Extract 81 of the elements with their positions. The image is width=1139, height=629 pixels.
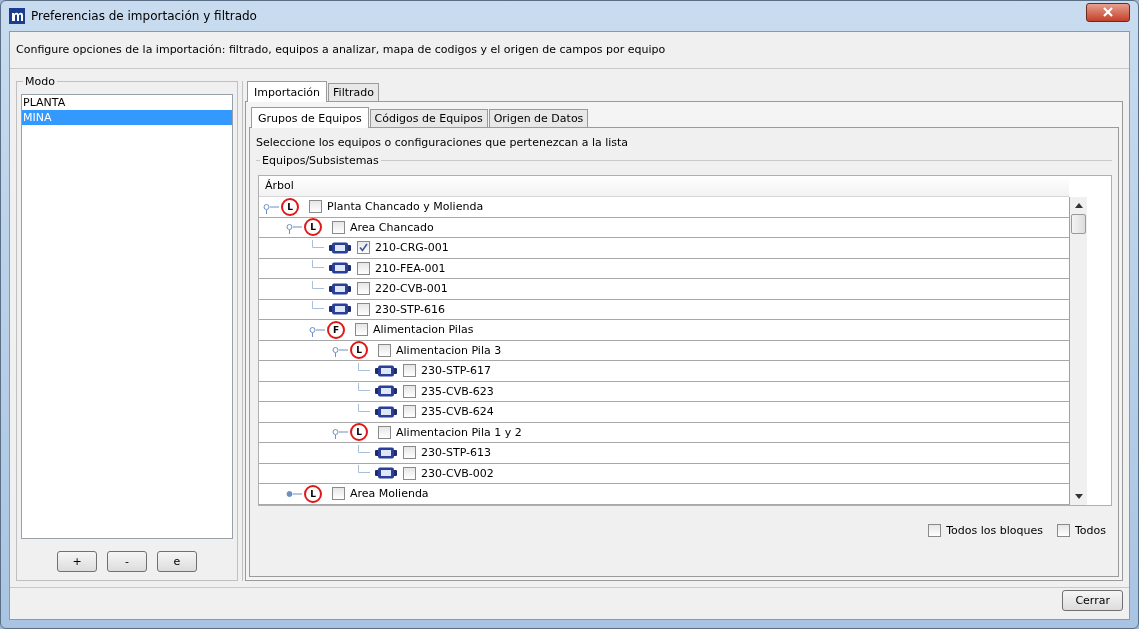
group-label: Equipos/Subsistemas <box>260 154 381 167</box>
equipment-icon <box>375 467 397 480</box>
window-title: Preferencias de importación y filtrado <box>31 9 257 23</box>
tree-node-label[interactable]: Planta Chancado y Molienda <box>327 200 484 214</box>
tree-node-label[interactable]: Alimentacion Pilas <box>373 323 474 337</box>
tree-connector-line <box>312 239 324 248</box>
tree-node-label[interactable]: 210-CRG-001 <box>375 241 449 255</box>
tree-node-label[interactable]: 230-STP-617 <box>421 364 492 378</box>
tree-node-label[interactable]: 220-CVB-001 <box>375 282 448 296</box>
checkbox[interactable] <box>378 343 391 357</box>
tab[interactable]: Grupos de Equipos <box>251 107 369 128</box>
checkbox[interactable] <box>403 384 416 398</box>
tab[interactable]: Filtrado <box>328 83 379 101</box>
equipment-icon <box>329 303 351 316</box>
checkbox[interactable] <box>332 487 345 501</box>
mode-button[interactable]: e <box>157 551 197 572</box>
equipment-icon <box>375 385 397 398</box>
tree-connector-line <box>312 260 324 269</box>
tab[interactable]: Códigos de Equipos <box>369 109 488 127</box>
tree-node-label[interactable]: Alimentacion Pila 3 <box>396 343 502 357</box>
tree-node-label[interactable]: 235-CVB-624 <box>421 405 494 419</box>
node-type-badge: L <box>350 423 368 442</box>
node-type-badge: L <box>350 341 368 360</box>
tree-node-label[interactable]: 210-FEA-001 <box>375 261 446 275</box>
checkbox[interactable] <box>403 466 416 480</box>
tree-node-label[interactable]: 230-STP-616 <box>375 302 446 316</box>
equipment-icon <box>375 446 397 459</box>
checkbox[interactable] <box>309 200 322 214</box>
scroll-thumb[interactable] <box>1071 214 1086 234</box>
checkbox[interactable] <box>378 425 391 439</box>
checkbox[interactable] <box>357 241 370 255</box>
tree-connector-line <box>358 362 370 371</box>
checkbox[interactable] <box>332 220 345 234</box>
tree-connector-line <box>312 280 324 289</box>
tab[interactable]: Importación <box>247 81 328 102</box>
description-text: Configure opciones de la importación: filtrado, equipos a analizar, mapa de codigos y el origen de campos por equipo <box>10 32 1129 69</box>
mode-button[interactable]: + <box>57 551 97 572</box>
equipment-icon <box>329 241 351 254</box>
checkbox[interactable] <box>403 364 416 378</box>
checkbox[interactable] <box>357 282 370 296</box>
close-icon <box>1102 7 1114 17</box>
checkbox[interactable] <box>355 323 368 337</box>
checkbox[interactable] <box>928 523 942 537</box>
option-label[interactable]: Todos <box>1074 523 1106 537</box>
tree-connector-line <box>358 444 370 453</box>
equipment-icon <box>375 364 397 377</box>
checkbox[interactable] <box>403 446 416 460</box>
tree-connector-line <box>312 301 324 310</box>
tree-node-label[interactable]: Area Chancado <box>350 220 434 234</box>
equipment-icon <box>375 405 397 418</box>
app-logo-icon <box>9 8 25 24</box>
checkbox[interactable] <box>357 302 370 316</box>
tree-connector-line <box>358 383 370 392</box>
tree-node-label[interactable]: 230-CVB-002 <box>421 466 494 480</box>
mode-button[interactable]: - <box>107 551 147 572</box>
tree-connector-line <box>358 403 370 412</box>
column-header: Árbol <box>259 176 1069 197</box>
tab[interactable]: Origen de Datos <box>488 109 589 127</box>
equipment-icon <box>329 282 351 295</box>
close-button[interactable] <box>1086 2 1130 22</box>
option-label[interactable]: Todos los bloques <box>946 523 1043 537</box>
instruction-text: Seleccione los equipos o configuraciones que pertenezcan a la lista <box>256 136 630 151</box>
node-type-badge: L <box>281 197 299 216</box>
checkbox[interactable] <box>403 405 416 419</box>
vertical-scrollbar[interactable] <box>1070 197 1087 505</box>
mode-item[interactable]: PLANTA <box>22 95 232 110</box>
mode-label: Modo <box>23 75 57 88</box>
equipment-icon <box>329 262 351 275</box>
tree-node-label[interactable]: Alimentacion Pila 1 y 2 <box>396 425 522 439</box>
scroll-down-icon[interactable] <box>1074 493 1083 499</box>
node-type-badge: F <box>327 320 345 339</box>
tree-connector-line <box>358 465 370 474</box>
checkbox[interactable] <box>1056 523 1070 537</box>
node-type-badge: L <box>304 218 322 237</box>
checkbox[interactable] <box>357 261 370 275</box>
node-type-badge: L <box>304 484 322 503</box>
tree-node-label[interactable]: Area Molienda <box>350 487 429 501</box>
tree-node-label[interactable]: 235-CVB-623 <box>421 384 494 398</box>
tree-node-label[interactable]: 230-STP-613 <box>421 446 492 460</box>
scroll-up-icon[interactable] <box>1074 203 1083 208</box>
close-dialog-button[interactable]: Cerrar <box>1062 590 1123 611</box>
